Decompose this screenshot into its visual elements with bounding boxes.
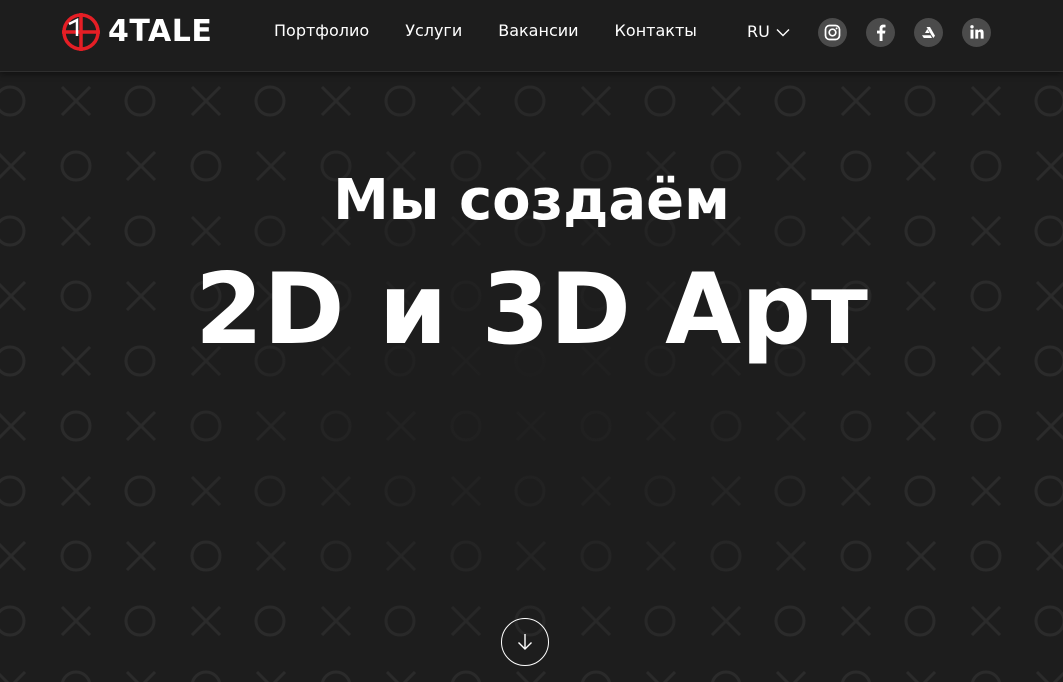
nav-item-contacts[interactable]: Контакты xyxy=(615,18,697,44)
chevron-down-icon xyxy=(776,28,790,36)
linkedin-link[interactable] xyxy=(962,17,991,47)
artstation-icon xyxy=(922,26,935,38)
hero-title: 2D и 3D Арт xyxy=(195,253,868,367)
scroll-down-button[interactable] xyxy=(501,618,549,666)
logo-icon xyxy=(62,13,100,51)
nav-item-vacancies[interactable]: Вакансии xyxy=(498,18,578,44)
instagram-icon xyxy=(824,24,841,40)
facebook-link[interactable] xyxy=(866,17,895,47)
artstation-link[interactable] xyxy=(914,17,943,47)
site-header: 4TALE Портфолио Услуги Вакансии Контакты… xyxy=(0,0,1063,72)
logo-link[interactable]: 4TALE xyxy=(60,12,212,52)
language-selector[interactable]: RU xyxy=(747,20,790,44)
nav-item-services[interactable]: Услуги xyxy=(405,18,462,44)
nav-item-portfolio[interactable]: Портфолио xyxy=(274,18,369,44)
social-links xyxy=(818,17,991,47)
facebook-icon xyxy=(876,24,885,41)
language-label: RU xyxy=(747,22,770,41)
logo-text: 4TALE xyxy=(108,14,213,49)
hero-section: Мы создаём 2D и 3D Арт xyxy=(0,72,1063,682)
instagram-link[interactable] xyxy=(818,17,847,47)
page: 4TALE Портфолио Услуги Вакансии Контакты… xyxy=(0,0,1063,682)
main-nav: Портфолио Услуги Вакансии Контакты xyxy=(274,18,697,44)
arrow-down-icon xyxy=(518,634,532,650)
hero-subtitle: Мы создаём xyxy=(333,168,730,233)
linkedin-icon xyxy=(969,25,984,39)
